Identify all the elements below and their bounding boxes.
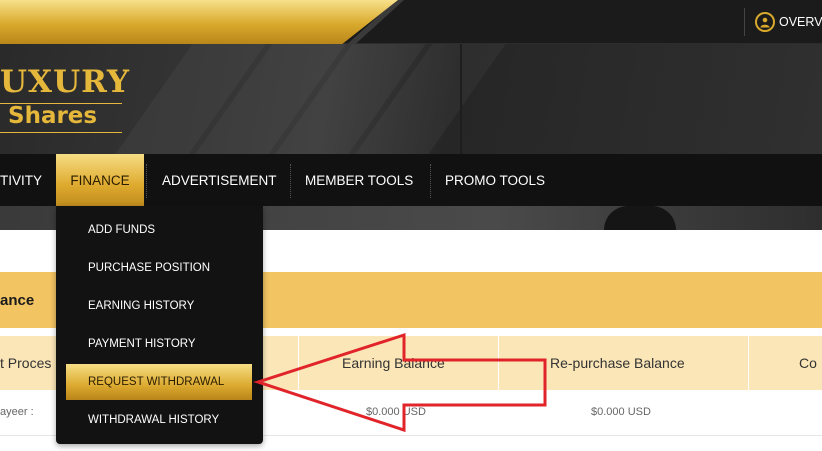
menu-item-label: ADD FUNDS bbox=[88, 224, 156, 236]
nav-item-label: PROMO TOOLS bbox=[445, 172, 546, 188]
menu-item-add-funds[interactable]: ADD FUNDS bbox=[88, 220, 155, 240]
hero-divider bbox=[460, 44, 462, 154]
logo-line1: UXURY bbox=[0, 64, 131, 100]
finance-dropdown-menu bbox=[56, 206, 263, 444]
table-cell-earning: $0.000 USD bbox=[366, 406, 426, 418]
table-header-cell: t Proces bbox=[0, 355, 52, 371]
logo-wordmark-luxury[interactable]: UXURY bbox=[0, 64, 130, 100]
table-header-divider bbox=[498, 336, 499, 390]
nav-item-activity[interactable]: TIVITY bbox=[0, 154, 52, 206]
menu-item-label: PAYMENT HISTORY bbox=[88, 338, 196, 350]
menu-item-withdrawal-history[interactable]: WITHDRAWAL HISTORY bbox=[88, 410, 219, 430]
menu-item-earning-history[interactable]: EARNING HISTORY bbox=[88, 296, 194, 316]
logo-rule-bottom bbox=[0, 132, 122, 133]
nav-item-label: FINANCE bbox=[70, 172, 130, 188]
top-bar-gold-band bbox=[0, 0, 398, 44]
finance-section-title: ance bbox=[0, 292, 35, 309]
user-icon bbox=[755, 12, 775, 32]
nav-item-finance[interactable]: FINANCE bbox=[56, 154, 144, 206]
nav-separator bbox=[290, 164, 291, 198]
nav-item-member-tools[interactable]: MEMBER TOOLS bbox=[305, 154, 420, 206]
overview-label: OVERVI bbox=[779, 15, 822, 29]
table-header-divider bbox=[748, 336, 749, 390]
nav-item-label: MEMBER TOOLS bbox=[305, 172, 414, 188]
nav-item-label: ADVERTISEMENT bbox=[162, 172, 277, 188]
menu-item-request-withdrawal[interactable]: REQUEST WITHDRAWAL bbox=[88, 372, 224, 392]
menu-item-label: EARNING HISTORY bbox=[88, 300, 195, 312]
main-nav: TIVITY FINANCE ADVERTISEMENT MEMBER TOOL… bbox=[0, 154, 822, 206]
logo-line2: Shares bbox=[8, 103, 98, 129]
table-header-cell: Re-purchase Balance bbox=[550, 355, 685, 371]
nav-item-label: TIVITY bbox=[0, 172, 43, 188]
top-bar: OVERVI bbox=[0, 0, 822, 44]
nav-separator bbox=[430, 164, 431, 198]
top-bar-divider bbox=[744, 8, 745, 36]
menu-item-label: WITHDRAWAL HISTORY bbox=[88, 414, 220, 426]
menu-item-label: REQUEST WITHDRAWAL bbox=[88, 376, 225, 388]
menu-item-purchase-position[interactable]: PURCHASE POSITION bbox=[88, 258, 210, 278]
menu-item-payment-history[interactable]: PAYMENT HISTORY bbox=[88, 334, 196, 354]
nav-item-promo-tools[interactable]: PROMO TOOLS bbox=[445, 154, 550, 206]
table-cell-repurchase: $0.000 USD bbox=[591, 406, 651, 418]
nav-item-advertisement[interactable]: ADVERTISEMENT bbox=[162, 154, 282, 206]
banner-person-silhouette bbox=[604, 206, 676, 230]
nav-separator bbox=[146, 164, 147, 198]
menu-item-label: PURCHASE POSITION bbox=[88, 262, 211, 274]
table-header-cell: Co bbox=[799, 355, 817, 371]
table-header-cell: Earning Balance bbox=[342, 355, 445, 371]
table-cell-label: ayeer : bbox=[0, 406, 34, 418]
logo-wordmark-shares[interactable]: Shares bbox=[8, 103, 97, 129]
table-header-divider bbox=[298, 336, 299, 390]
overview-link[interactable]: OVERVI bbox=[755, 11, 822, 33]
page: OVERVI UXURY Shares TIVITY FINANCE ADVER… bbox=[0, 0, 822, 451]
